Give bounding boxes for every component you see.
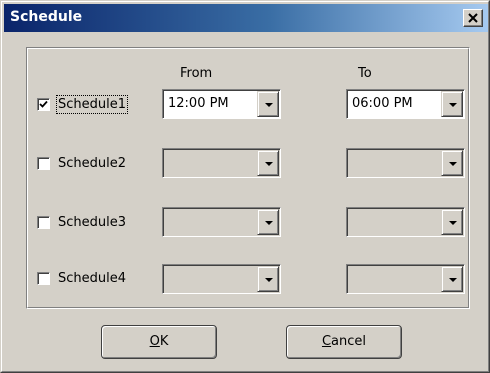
schedule1-to-select[interactable]: 06:00 PM xyxy=(346,89,465,119)
schedule4-from-select[interactable] xyxy=(162,264,281,294)
close-button[interactable] xyxy=(463,9,483,27)
schedule1-from-select[interactable]: 12:00 PM xyxy=(162,89,281,119)
window-title: Schedule xyxy=(10,9,83,25)
schedule1-to-value: 06:00 PM xyxy=(352,96,413,111)
schedule3-from-select[interactable] xyxy=(162,207,281,237)
chevron-down-icon xyxy=(265,103,273,107)
checkmark-icon xyxy=(39,100,48,108)
schedule4-label[interactable]: Schedule4 xyxy=(58,271,126,286)
schedule3-checkbox[interactable] xyxy=(37,216,50,229)
title-bar[interactable]: Schedule xyxy=(4,4,488,32)
ok-label-rest: K xyxy=(159,334,169,349)
schedule4-to-select[interactable] xyxy=(346,264,465,294)
schedule2-checkbox[interactable] xyxy=(37,157,50,170)
chevron-down-icon xyxy=(449,103,457,107)
ok-mnemonic: O xyxy=(149,334,160,349)
schedule2-from-dropdown-button[interactable] xyxy=(257,150,279,176)
chevron-down-icon xyxy=(265,162,273,166)
schedule1-checkbox[interactable] xyxy=(37,98,50,111)
cancel-label-rest: ancel xyxy=(331,334,367,349)
schedule3-to-dropdown-button[interactable] xyxy=(441,209,463,235)
schedule-dialog: Schedule From To Schedule1 12:00 PM 06:0… xyxy=(0,0,490,373)
chevron-down-icon xyxy=(449,278,457,282)
schedule3-label[interactable]: Schedule3 xyxy=(58,215,126,230)
close-icon xyxy=(468,13,478,23)
schedule3-from-dropdown-button[interactable] xyxy=(257,209,279,235)
schedule4-to-dropdown-button[interactable] xyxy=(441,266,463,292)
ok-button[interactable]: OK xyxy=(101,325,217,359)
chevron-down-icon xyxy=(265,278,273,282)
schedule1-from-dropdown-button[interactable] xyxy=(257,91,279,117)
schedule1-to-dropdown-button[interactable] xyxy=(441,91,463,117)
schedule2-from-select[interactable] xyxy=(162,148,281,178)
to-column-header: To xyxy=(358,66,372,81)
schedule1-label[interactable]: Schedule1 xyxy=(55,95,129,114)
from-column-header: From xyxy=(180,66,213,81)
schedule4-checkbox[interactable] xyxy=(37,272,50,285)
schedule2-label[interactable]: Schedule2 xyxy=(58,156,126,171)
schedule1-from-value: 12:00 PM xyxy=(168,96,229,111)
chevron-down-icon xyxy=(265,221,273,225)
cancel-mnemonic: C xyxy=(321,334,332,349)
schedule3-to-select[interactable] xyxy=(346,207,465,237)
chevron-down-icon xyxy=(449,221,457,225)
schedule2-to-select[interactable] xyxy=(346,148,465,178)
cancel-button[interactable]: Cancel xyxy=(286,325,402,359)
schedule4-from-dropdown-button[interactable] xyxy=(257,266,279,292)
schedule2-to-dropdown-button[interactable] xyxy=(441,150,463,176)
chevron-down-icon xyxy=(449,162,457,166)
